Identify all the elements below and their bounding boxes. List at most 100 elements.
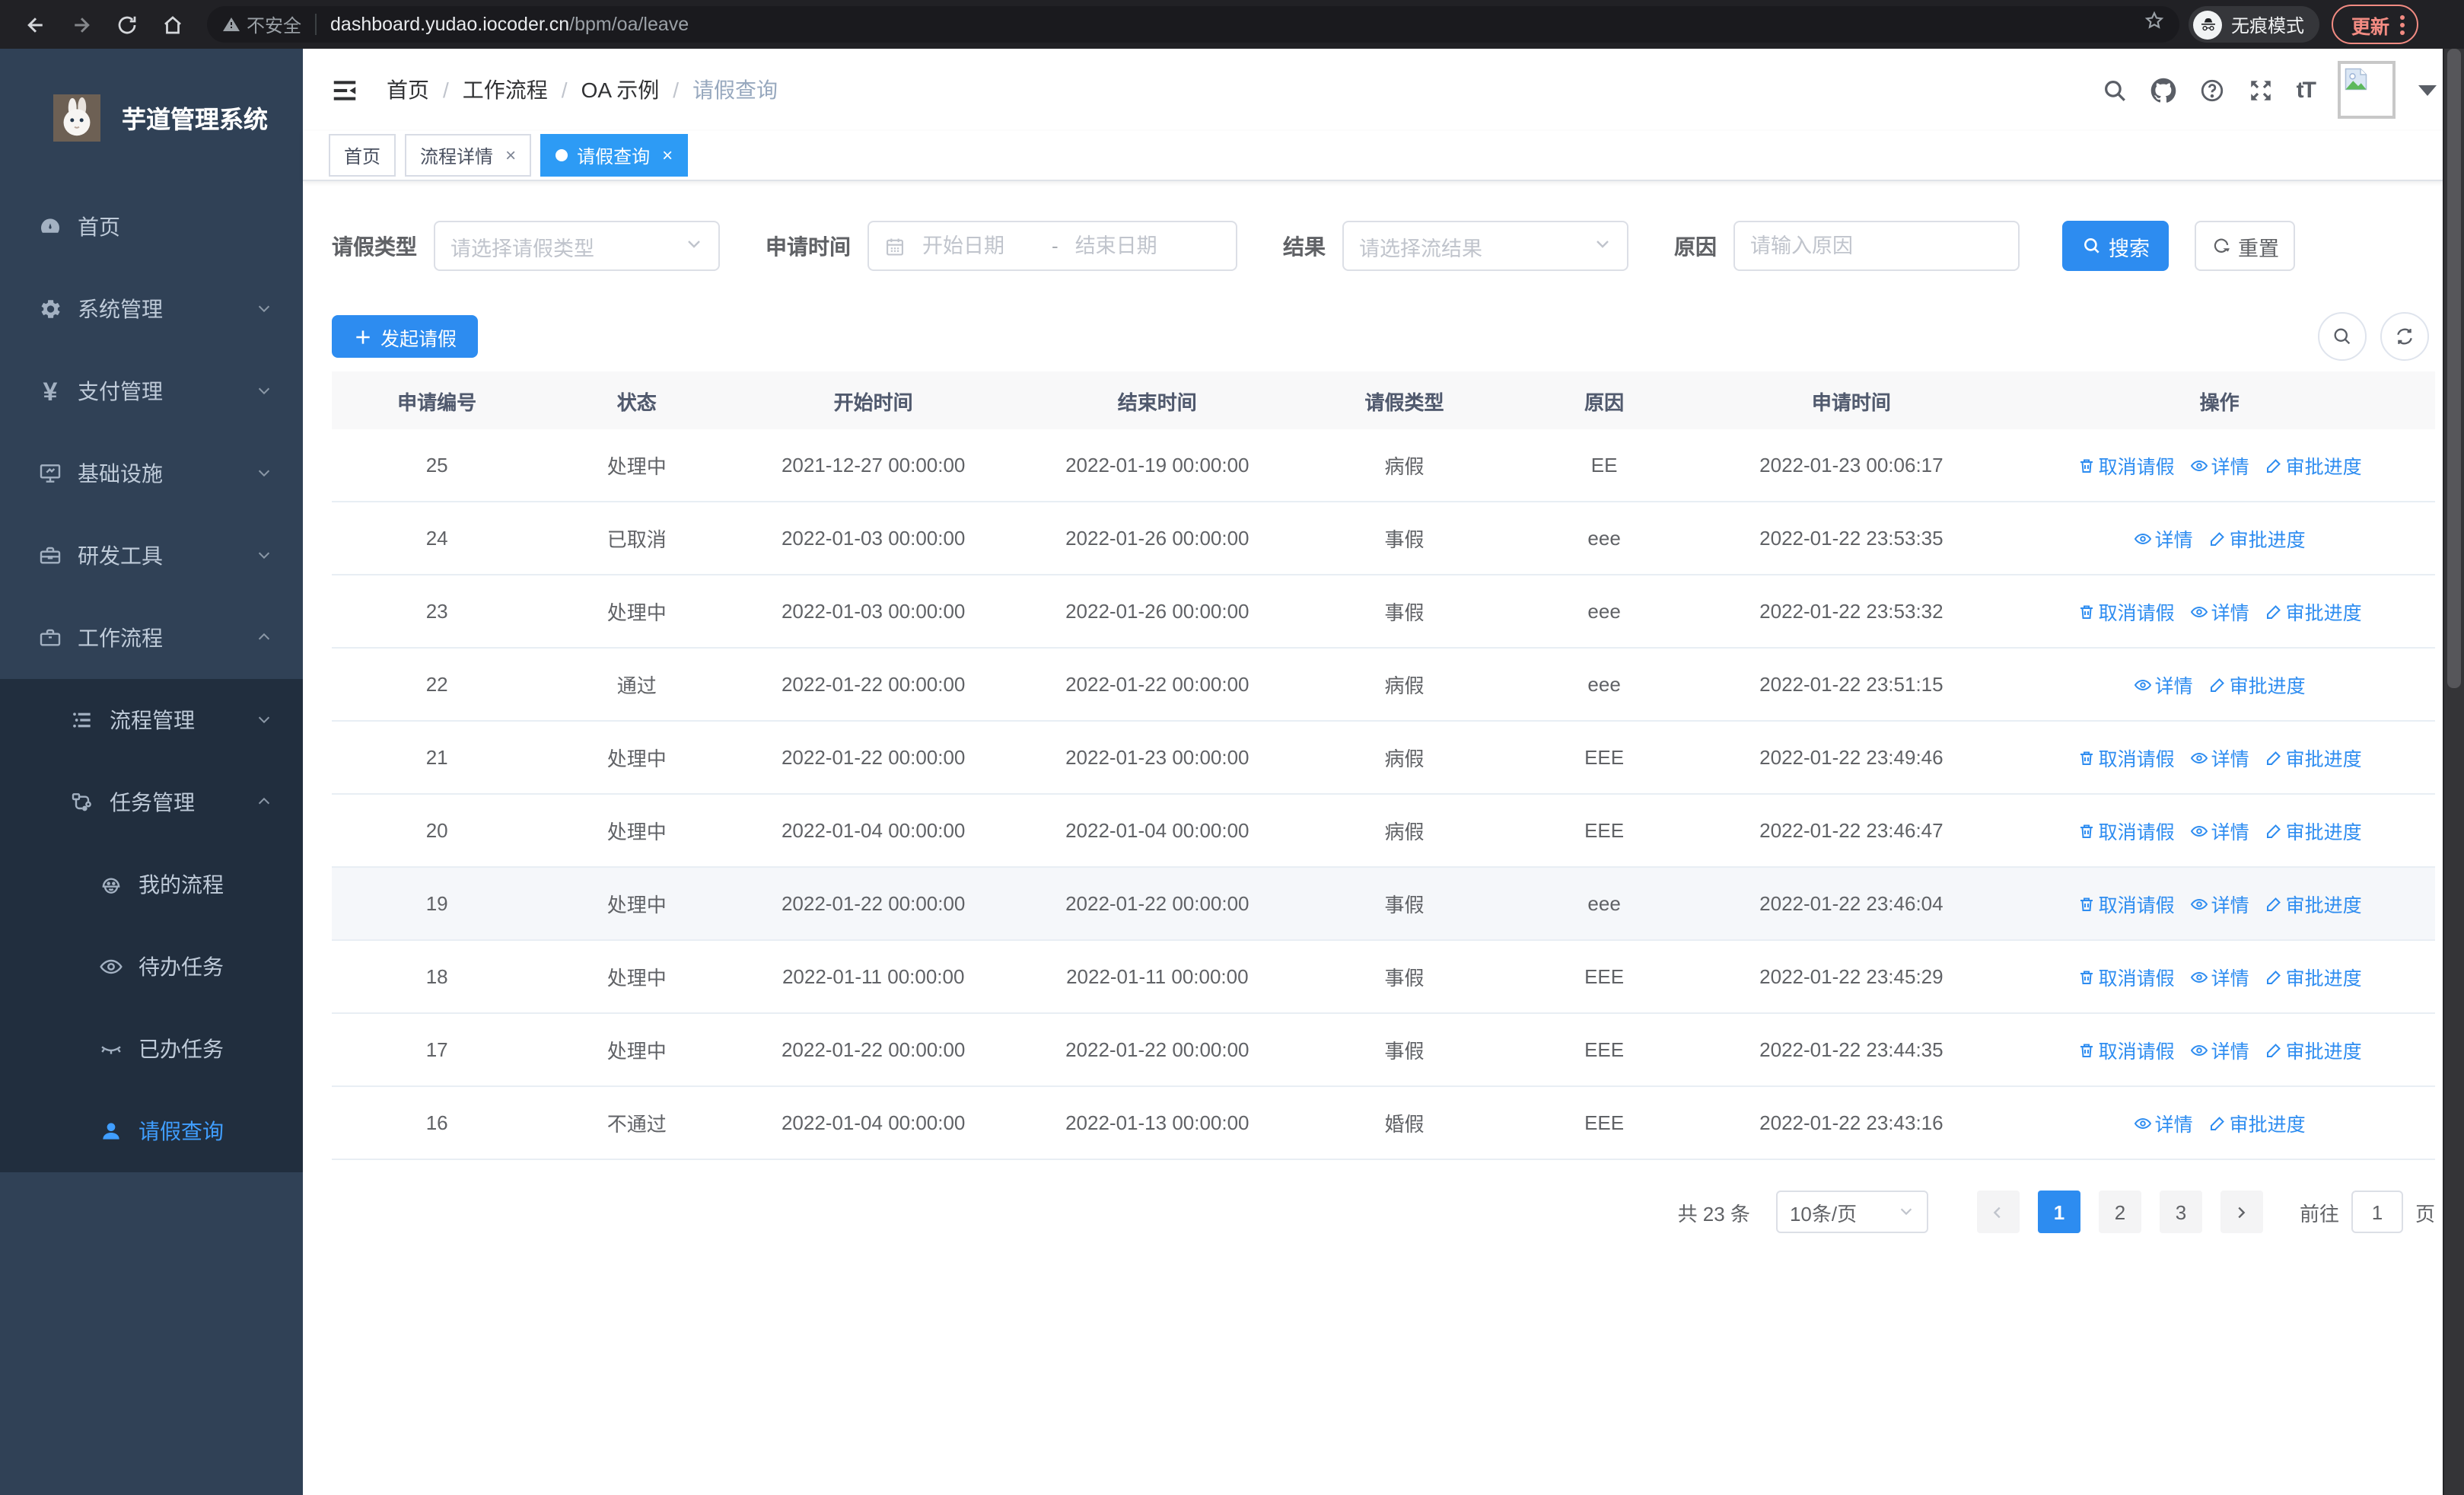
browser-menu-icon[interactable] [2400, 14, 2405, 34]
not-secure-warning[interactable]: 不安全 [222, 11, 301, 37]
sidebar-item-5[interactable]: 工作流程 [0, 597, 303, 679]
sidebar-item-9[interactable]: 待办任务 [0, 926, 303, 1008]
sidebar-item-6[interactable]: 流程管理 [0, 679, 303, 761]
app-logo[interactable]: 芋道管理系统 [0, 49, 303, 186]
action-progress-link[interactable]: 审批进度 [2208, 524, 2306, 553]
edit-icon [2265, 894, 2283, 913]
avatar-dropdown-icon[interactable] [2418, 84, 2437, 95]
cell: 19 [332, 867, 543, 941]
action-cancel-link[interactable]: 取消请假 [2077, 816, 2175, 845]
breadcrumb-item-2[interactable]: OA 示例 [581, 75, 660, 105]
cell: 2022-01-22 00:00:00 [731, 867, 1016, 941]
action-detail-link[interactable]: 详情 [2190, 889, 2249, 918]
action-detail-link[interactable]: 详情 [2190, 1035, 2249, 1064]
page-size-select[interactable]: 10条/页 [1775, 1191, 1928, 1233]
action-progress-link[interactable]: 审批进度 [2208, 1108, 2306, 1137]
help-icon[interactable] [2199, 77, 2225, 103]
action-detail-link[interactable]: 详情 [2190, 962, 2249, 991]
sidebar-item-10[interactable]: 已办任务 [0, 1008, 303, 1090]
cell: 病假 [1299, 794, 1510, 868]
search-icon[interactable] [2102, 77, 2128, 103]
sidebar-item-0[interactable]: 首页 [0, 186, 303, 268]
action-cancel-link[interactable]: 取消请假 [2077, 962, 2175, 991]
end-date-input[interactable] [1071, 233, 1191, 259]
start-date-input[interactable] [919, 233, 1038, 259]
sidebar-item-1[interactable]: 系统管理 [0, 268, 303, 350]
sidebar-item-11[interactable]: 请假查询 [0, 1090, 303, 1172]
action-progress-link[interactable]: 审批进度 [2265, 889, 2362, 918]
action-detail-link[interactable]: 详情 [2190, 597, 2249, 626]
chevron-down-icon [1898, 1200, 1915, 1223]
breadcrumb-item-1[interactable]: 工作流程 [463, 75, 548, 105]
close-icon[interactable]: × [505, 145, 516, 166]
action-cancel-link[interactable]: 取消请假 [2077, 597, 2175, 626]
action-progress-link[interactable]: 审批进度 [2265, 743, 2362, 772]
show-search-button[interactable] [2318, 312, 2367, 361]
cell: 2022-01-22 23:44:35 [1698, 1013, 2004, 1087]
tab-0[interactable]: 首页 [329, 134, 396, 177]
github-icon[interactable] [2150, 77, 2176, 103]
font-size-icon[interactable]: tT [2297, 77, 2316, 103]
action-progress-link[interactable]: 审批进度 [2265, 1035, 2362, 1064]
action-cancel-link[interactable]: 取消请假 [2077, 1035, 2175, 1064]
action-detail-link[interactable]: 详情 [2190, 451, 2249, 480]
action-progress-link[interactable]: 审批进度 [2265, 962, 2362, 991]
sidebar-collapse-icon[interactable] [330, 75, 359, 104]
table-row: 22 通过 2022-01-22 00:00:00 2022-01-22 00:00:… [332, 648, 2435, 722]
result-placeholder: 请选择流结果 [1359, 237, 1482, 260]
next-page-button[interactable] [2220, 1191, 2263, 1233]
address-bar[interactable]: 不安全 dashboard.yudao.iocoder.cn/bpm/oa/le… [207, 6, 2179, 43]
goto-page-input[interactable] [2351, 1191, 2403, 1233]
action-progress-link[interactable]: 审批进度 [2265, 816, 2362, 845]
cell: 2022-01-22 23:45:29 [1698, 940, 2004, 1014]
sidebar-item-3[interactable]: 基础设施 [0, 432, 303, 515]
view-icon [2190, 456, 2208, 474]
action-detail-link[interactable]: 详情 [2190, 816, 2249, 845]
app-title: 芋道管理系统 [122, 108, 269, 134]
action-cancel-link[interactable]: 取消请假 [2077, 743, 2175, 772]
reload-icon[interactable] [103, 8, 149, 41]
search-button[interactable]: 搜索 [2062, 221, 2169, 271]
refresh-table-button[interactable] [2380, 312, 2429, 361]
leave-type-select[interactable]: 请选择请假类型 [434, 221, 720, 271]
create-leave-button[interactable]: 发起请假 [332, 315, 479, 358]
action-progress-link[interactable]: 审批进度 [2208, 670, 2306, 699]
update-button[interactable]: 更新 [2332, 5, 2419, 44]
scrollbar-thumb[interactable] [2447, 49, 2461, 688]
forward-icon[interactable] [58, 8, 103, 41]
action-detail-link[interactable]: 详情 [2134, 524, 2193, 553]
result-select[interactable]: 请选择流结果 [1342, 221, 1628, 271]
prev-page-button[interactable] [1976, 1191, 2020, 1233]
page-button-1[interactable]: 1 [2037, 1191, 2080, 1233]
chevron-right-icon [2239, 1206, 2246, 1218]
action-progress-link[interactable]: 审批进度 [2265, 597, 2362, 626]
fullscreen-icon[interactable] [2248, 77, 2274, 103]
back-icon[interactable] [12, 8, 58, 41]
action-cancel-link[interactable]: 取消请假 [2077, 889, 2175, 918]
gear-icon [38, 297, 62, 321]
tab-2[interactable]: 请假查询 × [540, 134, 689, 177]
reason-input[interactable] [1735, 234, 2018, 257]
action-detail-link[interactable]: 详情 [2190, 743, 2249, 772]
avatar[interactable] [2338, 61, 2396, 119]
page-button-2[interactable]: 2 [2098, 1191, 2141, 1233]
sidebar-item-2[interactable]: ¥ 支付管理 [0, 350, 303, 432]
browser-scrollbar[interactable] [2443, 49, 2464, 1495]
action-detail-link[interactable]: 详情 [2134, 1108, 2193, 1137]
sidebar-item-4[interactable]: 研发工具 [0, 515, 303, 597]
bookmark-star-icon[interactable] [2144, 11, 2164, 38]
home-icon[interactable] [149, 8, 195, 41]
apply-time-range-picker[interactable]: - [867, 221, 1237, 271]
sidebar-item-8[interactable]: 我的流程 [0, 843, 303, 926]
action-cancel-link[interactable]: 取消请假 [2077, 451, 2175, 480]
search-icon [2084, 238, 2099, 253]
reset-button[interactable]: 重置 [2195, 221, 2295, 271]
not-secure-label: 不安全 [247, 14, 302, 36]
tab-1[interactable]: 流程详情 × [405, 134, 532, 177]
action-detail-link[interactable]: 详情 [2134, 670, 2193, 699]
page-button-3[interactable]: 3 [2159, 1191, 2202, 1233]
breadcrumb-item-0[interactable]: 首页 [387, 75, 429, 105]
action-progress-link[interactable]: 审批进度 [2265, 451, 2362, 480]
sidebar-item-7[interactable]: 任务管理 [0, 761, 303, 843]
close-icon[interactable]: × [662, 145, 673, 166]
